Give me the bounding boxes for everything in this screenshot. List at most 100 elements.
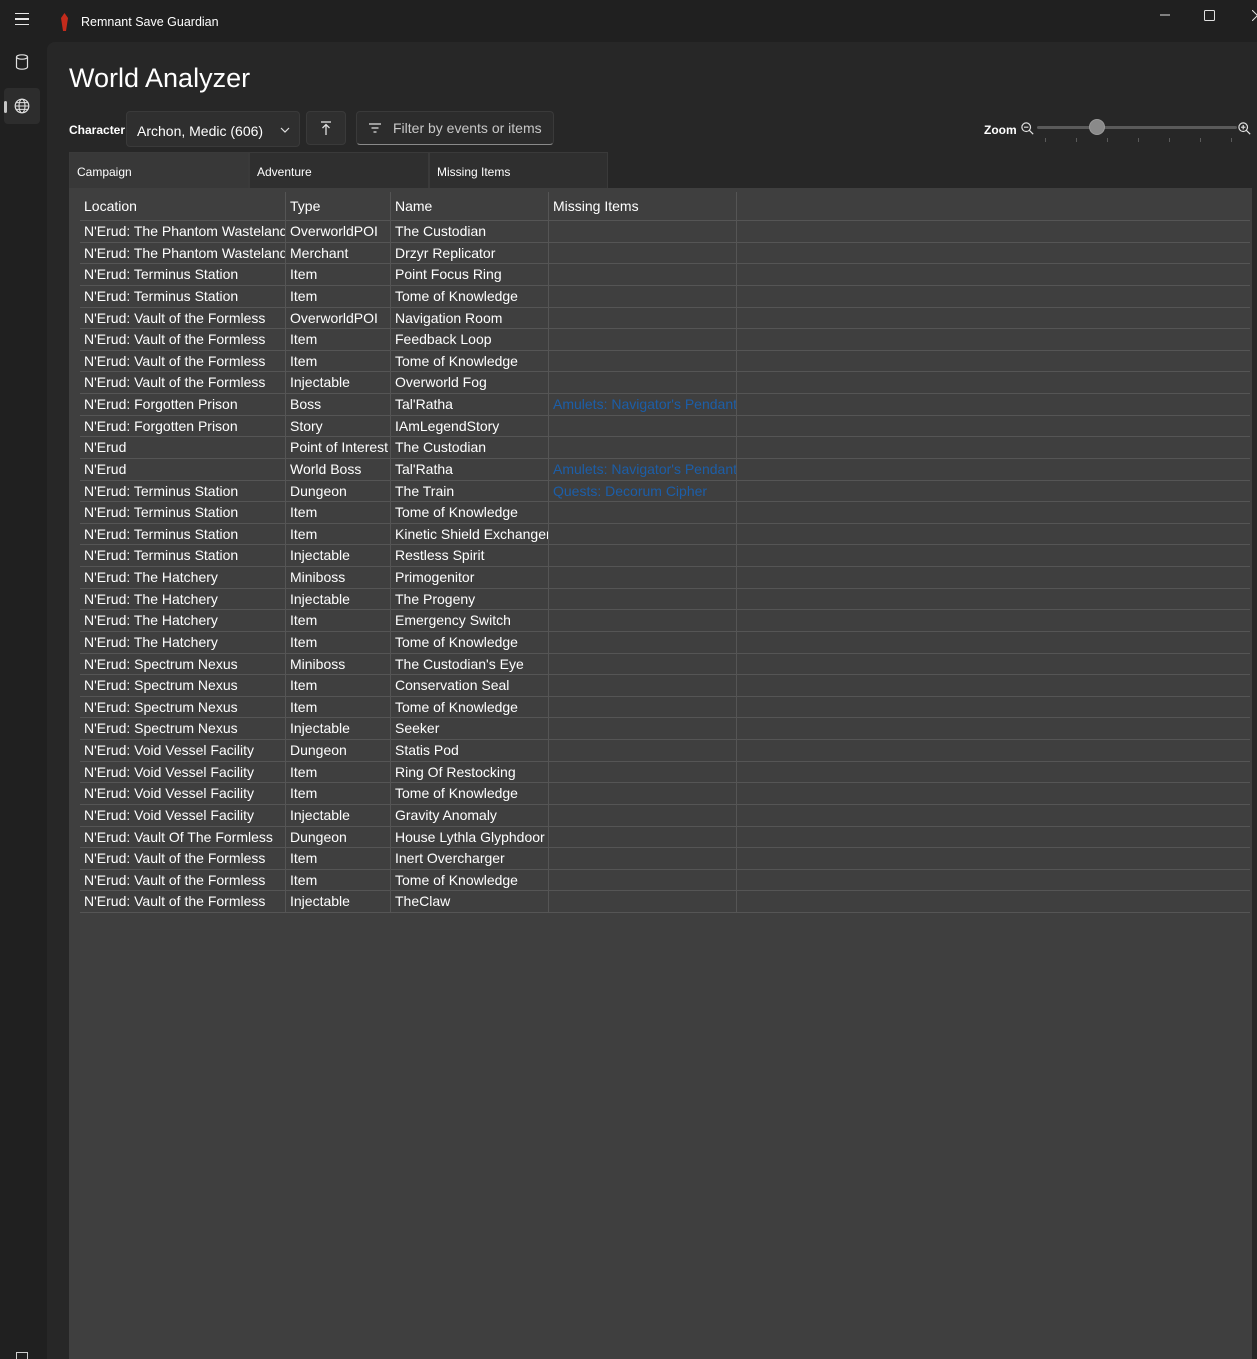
cell-location: N'Erud: The Hatchery <box>80 567 286 588</box>
table-row[interactable]: N'Erud: Vault of the Formless Item Feedbac… <box>80 329 1250 351</box>
cell-missing-items <box>549 696 737 718</box>
table-row[interactable]: N'Erud: Void Vessel Facility Dungeon Stati… <box>80 740 1250 762</box>
nav-item-save-files[interactable] <box>4 44 40 80</box>
cell-name: Emergency Switch <box>391 610 549 632</box>
table-row[interactable]: N'Erud: The Hatchery Injectable The Progen… <box>80 588 1250 611</box>
table-row[interactable]: N'Erud: Vault of the Formless Item Inert O… <box>80 848 1250 870</box>
cell-missing-items <box>549 523 737 545</box>
zoom-slider[interactable] <box>1037 116 1237 146</box>
zoom-out-icon[interactable] <box>1021 122 1034 135</box>
cell-location: N'Erud: Void Vessel Facility <box>80 804 286 826</box>
table-row[interactable]: N'Erud: Terminus Station Injectable Restle… <box>80 545 1250 567</box>
column-header-type[interactable]: Type <box>286 192 391 220</box>
column-header-name[interactable]: Name <box>391 192 549 220</box>
table-row[interactable]: N'Erud: Spectrum Nexus Injectable Seeker <box>80 718 1250 740</box>
cell-location: N'Erud: Terminus Station <box>80 285 286 307</box>
maximize-button[interactable] <box>1186 0 1232 30</box>
cell-location: N'Erud: The Hatchery <box>80 588 286 610</box>
cell-location: N'Erud: Terminus Station <box>80 545 286 567</box>
cell-missing-items <box>549 307 737 329</box>
zoom-slider-thumb[interactable] <box>1089 119 1105 135</box>
table-row[interactable]: N'Erud: The Phantom Wasteland OverworldPO… <box>80 221 1250 243</box>
cell-location: N'Erud: Void Vessel Facility <box>80 740 286 761</box>
settings-icon[interactable] <box>16 1352 28 1359</box>
cell-name: TheClaw <box>391 891 549 913</box>
globe-icon <box>14 98 30 114</box>
cell-name: Navigation Room <box>391 307 549 329</box>
zoom-in-icon[interactable] <box>1238 122 1251 135</box>
table-row[interactable]: N'Erud: Terminus Station Item Tome of Know… <box>80 285 1250 308</box>
cell-missing-items <box>549 848 737 870</box>
table-row[interactable]: N'Erud: Vault of the Formless Item Tome of… <box>80 869 1250 892</box>
zoom-tick <box>1045 138 1046 142</box>
cell-name: Statis Pod <box>391 740 549 761</box>
table-row[interactable]: N'Erud: Vault Of The Formless Dungeon Hous… <box>80 826 1250 849</box>
cell-name: Tome of Knowledge <box>391 869 549 891</box>
page-title: World Analyzer <box>69 63 251 93</box>
cell-type: Merchant <box>286 242 391 264</box>
close-button[interactable] <box>1234 0 1257 30</box>
cell-location: N'Erud <box>80 458 286 480</box>
table-row[interactable]: N'Erud: Spectrum Nexus Miniboss The Custod… <box>80 653 1250 676</box>
table-row[interactable]: N'Erud: Vault of the Formless Item Tome of… <box>80 350 1250 373</box>
table-row[interactable]: N'Erud: Spectrum Nexus Item Conservation S… <box>80 675 1250 697</box>
tab-adventure[interactable]: Adventure <box>249 152 429 188</box>
table-row[interactable]: N'Erud: Terminus Station Item Kinetic Shie… <box>80 523 1250 546</box>
maximize-icon <box>1203 9 1215 21</box>
cell-location: N'Erud: The Phantom Wasteland <box>80 221 286 242</box>
table-row[interactable]: N'Erud: Terminus Station Dungeon The Train… <box>80 480 1250 503</box>
missing-item-link[interactable]: Amulets: Navigator's Pendant <box>549 394 737 415</box>
filter-input[interactable] <box>393 112 549 144</box>
table-row[interactable]: N'Erud: Forgotten Prison Story IAmLegendSt… <box>80 415 1250 438</box>
tab-campaign[interactable]: Campaign <box>69 152 249 188</box>
table-row[interactable]: N'Erud: Spectrum Nexus Item Tome of Knowle… <box>80 696 1250 719</box>
table-row[interactable]: N'Erud: The Hatchery Miniboss Primogenitor <box>80 567 1250 589</box>
table-row[interactable]: N'Erud: Vault of the Formless Injectable O… <box>80 372 1250 394</box>
column-header-missing-items[interactable]: Missing Items <box>549 192 737 220</box>
nav-item-world-analyzer[interactable] <box>4 88 40 124</box>
cell-type: Story <box>286 415 391 437</box>
cell-location: N'Erud: Vault of the Formless <box>80 891 286 913</box>
cell-name: Tome of Knowledge <box>391 631 549 653</box>
minimize-button[interactable] <box>1142 0 1188 30</box>
filter-icon <box>369 123 381 133</box>
table-row[interactable]: N'Erud: Terminus Station Item Tome of Know… <box>80 502 1250 524</box>
cell-missing-items <box>549 264 737 286</box>
table-row[interactable]: N'Erud: Vault of the Formless OverworldPO… <box>80 307 1250 330</box>
table-row[interactable]: N'Erud Point of Interest The Custodian <box>80 437 1250 459</box>
export-button[interactable] <box>306 111 346 145</box>
table-row[interactable]: N'Erud: Vault of the Formless Injectable T… <box>80 891 1250 913</box>
cell-location: N'Erud: Vault of the Formless <box>80 372 286 394</box>
cell-type: Injectable <box>286 804 391 826</box>
missing-item-link[interactable]: Quests: Decorum Cipher <box>549 480 737 502</box>
table-row[interactable]: N'Erud: Void Vessel Facility Item Tome of … <box>80 783 1250 805</box>
character-select[interactable]: Archon, Medic (606) <box>126 111 300 147</box>
world-data-grid: Location Type Name Missing Items N'Erud:… <box>69 188 1252 1359</box>
hamburger-menu-icon[interactable] <box>8 6 36 32</box>
cell-location: N'Erud: Vault of the Formless <box>80 307 286 329</box>
table-row[interactable]: N'Erud: The Hatchery Item Emergency Switch <box>80 610 1250 632</box>
column-header-location[interactable]: Location <box>80 192 286 220</box>
table-row[interactable]: N'Erud: Void Vessel Facility Item Ring Of … <box>80 761 1250 784</box>
tab-missing-items[interactable]: Missing Items <box>429 152 608 188</box>
cell-location: N'Erud: Terminus Station <box>80 480 286 502</box>
table-row[interactable]: N'Erud: The Phantom Wasteland Merchant Drz… <box>80 242 1250 265</box>
cell-missing-items <box>549 350 737 372</box>
table-row[interactable]: N'Erud: Terminus Station Item Point Focus … <box>80 264 1250 286</box>
cell-location: N'Erud <box>80 437 286 459</box>
table-row[interactable]: N'Erud: The Hatchery Item Tome of Knowledg… <box>80 631 1250 654</box>
cell-name: Seeker <box>391 718 549 740</box>
cell-type: Injectable <box>286 588 391 610</box>
filter-box[interactable] <box>356 111 554 145</box>
cell-missing-items <box>549 610 737 632</box>
missing-item-link[interactable]: Amulets: Navigator's Pendant <box>549 458 737 480</box>
cell-name: Tome of Knowledge <box>391 696 549 718</box>
table-row[interactable]: N'Erud: Void Vessel Facility Injectable Gr… <box>80 804 1250 827</box>
table-row[interactable]: N'Erud World Boss Tal'Ratha Amulets: Naviga… <box>80 458 1250 481</box>
table-row[interactable]: N'Erud: Forgotten Prison Boss Tal'Ratha Amu… <box>80 394 1250 416</box>
cell-name: Tome of Knowledge <box>391 502 549 524</box>
cell-type: Dungeon <box>286 826 391 848</box>
cell-location: N'Erud: Vault of the Formless <box>80 848 286 870</box>
cell-type: Item <box>286 631 391 653</box>
cell-type: Item <box>286 848 391 870</box>
